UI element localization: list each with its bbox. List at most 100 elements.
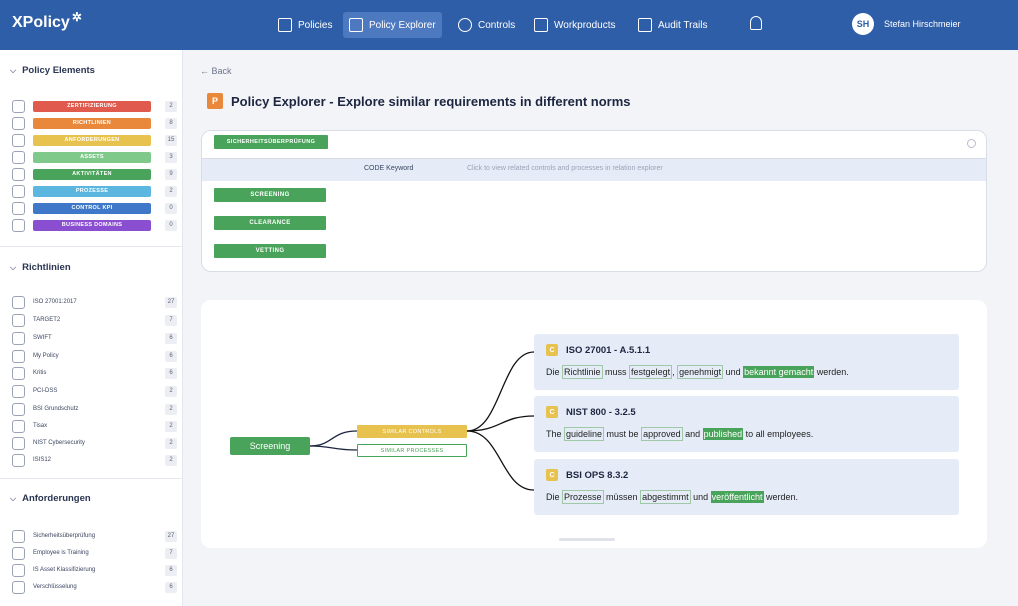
checkbox[interactable] <box>12 529 25 543</box>
richtlinie-row[interactable]: ISO 27001:2017 27 <box>12 295 177 309</box>
checkbox[interactable] <box>12 436 25 450</box>
policy-element-row[interactable]: AKTIVITÄTEN 9 <box>12 167 177 181</box>
text-segment: und <box>723 367 744 377</box>
nav-controls[interactable]: Controls <box>452 12 521 38</box>
result-chip-sicherheitsueberpruefung[interactable]: SICHERHEITSÜBERPRÜFUNG <box>214 135 328 149</box>
checkbox[interactable] <box>12 184 25 198</box>
richtlinie-row[interactable]: TARGET2 7 <box>12 313 177 327</box>
nav-workproducts[interactable]: Workproducts <box>528 12 622 38</box>
highlighted-term[interactable]: genehmigt <box>677 365 724 379</box>
checkbox[interactable] <box>12 546 25 560</box>
anforderung-row[interactable]: Employee is Training 7 <box>12 546 177 560</box>
checkbox[interactable] <box>12 133 25 147</box>
requirement-card[interactable]: C NIST 800 - 3.2.5 The guideline must be … <box>534 396 959 452</box>
control-badge: C <box>546 344 558 356</box>
search-icon[interactable] <box>967 139 976 148</box>
checkbox[interactable] <box>12 218 25 232</box>
highlighted-term[interactable]: guideline <box>564 427 605 441</box>
highlighted-term[interactable]: abgestimmt <box>640 490 691 504</box>
policy-element-row[interactable]: ASSETS 3 <box>12 150 177 164</box>
scroll-indicator[interactable] <box>559 538 615 541</box>
anforderung-row[interactable]: IS Asset Klassifizierung 6 <box>12 563 177 577</box>
policy-element-row[interactable]: ANFORDERUNGEN 15 <box>12 133 177 147</box>
app-logo[interactable]: XPolicy ✲ <box>12 10 82 32</box>
richtlinie-row[interactable]: ISIS12 2 <box>12 453 177 467</box>
result-chip-vetting[interactable]: VETTING <box>214 244 326 258</box>
nav-policy-explorer[interactable]: Policy Explorer <box>343 12 442 38</box>
section-header-anforderungen[interactable]: ⌵ Anforderungen <box>10 493 91 504</box>
nav-policies[interactable]: Policies <box>272 12 338 38</box>
richtlinie-row[interactable]: Tisax 2 <box>12 419 177 433</box>
checkbox[interactable] <box>12 349 25 363</box>
section-header-richtlinien[interactable]: ⌵ Richtlinien <box>10 262 71 273</box>
checkbox[interactable] <box>12 384 25 398</box>
checkbox[interactable] <box>12 99 25 113</box>
count-badge: 27 <box>165 296 177 308</box>
policy-element-row[interactable]: ZERTIFIZIERUNG 2 <box>12 99 177 113</box>
highlighted-term[interactable]: Richtlinie <box>562 365 603 379</box>
section-header-policy-elements[interactable]: ⌵ Policy Elements <box>10 65 95 76</box>
audit-trails-icon <box>638 18 652 32</box>
branch-similar-processes[interactable]: SIMILAR PROCESSES <box>357 444 467 457</box>
result-chip-screening[interactable]: SCREENING <box>214 188 326 202</box>
root-node-screening[interactable]: Screening <box>230 437 310 455</box>
highlighted-term[interactable]: bekannt gemacht <box>743 366 815 378</box>
control-badge: C <box>546 469 558 481</box>
checkbox[interactable] <box>12 150 25 164</box>
checkbox[interactable] <box>12 167 25 181</box>
requirement-header: C NIST 800 - 3.2.5 <box>546 406 636 418</box>
policy-element-tag: AKTIVITÄTEN <box>33 168 151 180</box>
highlighted-term[interactable]: published <box>702 428 744 440</box>
highlighted-term[interactable]: approved <box>641 427 683 441</box>
nav-audit-trails[interactable]: Audit Trails <box>632 12 713 38</box>
richtlinie-row[interactable]: BSI Grundschutz 2 <box>12 402 177 416</box>
result-chip-clearance[interactable]: CLEARANCE <box>214 216 326 230</box>
checkbox[interactable] <box>12 313 25 327</box>
policy-element-row[interactable]: PROZESSE 2 <box>12 184 177 198</box>
requirement-header: C ISO 27001 - A.5.1.1 <box>546 344 650 356</box>
highlighted-term[interactable]: veröffentlicht <box>710 491 764 503</box>
checkbox[interactable] <box>12 402 25 416</box>
policy-element-row[interactable]: CONTROL KPI 0 <box>12 201 177 215</box>
sidebar: ⌵ Policy Elements ZERTIFIZIERUNG 2 RICHTLI… <box>0 50 183 606</box>
user-name[interactable]: Stefan Hirschmeier <box>884 19 961 29</box>
text-segment: Die <box>546 367 563 377</box>
richtlinie-row[interactable]: SWIFT 6 <box>12 331 177 345</box>
anforderung-row[interactable]: Sicherheitsüberprüfung 27 <box>12 529 177 543</box>
chevron-down-icon: ⌵ <box>10 65 17 75</box>
user-avatar[interactable]: SH <box>852 13 874 35</box>
richtlinie-row[interactable]: NIST Cybersecurity 2 <box>12 436 177 450</box>
count-badge: 2 <box>165 385 177 397</box>
text-segment: werden. <box>763 492 799 502</box>
count-badge: 27 <box>165 530 177 542</box>
requirement-text: Die Richtlinie muss festgelegt, genehmig… <box>546 365 849 379</box>
notification-bell-icon[interactable] <box>750 16 762 30</box>
checkbox[interactable] <box>12 419 25 433</box>
checkbox[interactable] <box>12 580 25 594</box>
richtlinie-row[interactable]: My Policy 6 <box>12 349 177 363</box>
back-link[interactable]: ← Back <box>200 66 232 76</box>
checkbox[interactable] <box>12 453 25 467</box>
policy-element-row[interactable]: BUSINESS DOMAINS 0 <box>12 218 177 232</box>
checkbox[interactable] <box>12 563 25 577</box>
count-badge: 6 <box>165 367 177 379</box>
anforderung-row[interactable]: Verschlüsselung 6 <box>12 580 177 594</box>
checkbox[interactable] <box>12 366 25 380</box>
requirement-card[interactable]: C ISO 27001 - A.5.1.1 Die Richtlinie muss… <box>534 334 959 390</box>
richtlinie-label: SWIFT <box>33 335 52 341</box>
highlighted-term[interactable]: festgelegt <box>629 365 673 379</box>
checkbox[interactable] <box>12 331 25 345</box>
text-segment: to all employees. <box>743 429 814 439</box>
control-badge: C <box>546 406 558 418</box>
count-badge: 6 <box>165 564 177 576</box>
richtlinie-row[interactable]: Kritis 6 <box>12 366 177 380</box>
checkbox[interactable] <box>12 116 25 130</box>
branch-similar-controls[interactable]: SIMILAR CONTROLS <box>357 425 467 438</box>
highlighted-term[interactable]: Prozesse <box>562 490 604 504</box>
checkbox[interactable] <box>12 201 25 215</box>
count-badge: 6 <box>165 350 177 362</box>
checkbox[interactable] <box>12 295 25 309</box>
policy-element-row[interactable]: RICHTLINIEN 8 <box>12 116 177 130</box>
requirement-card[interactable]: C BSI OPS 8.3.2 Die Prozesse müssen abges… <box>534 459 959 515</box>
richtlinie-row[interactable]: PCI-DSS 2 <box>12 384 177 398</box>
